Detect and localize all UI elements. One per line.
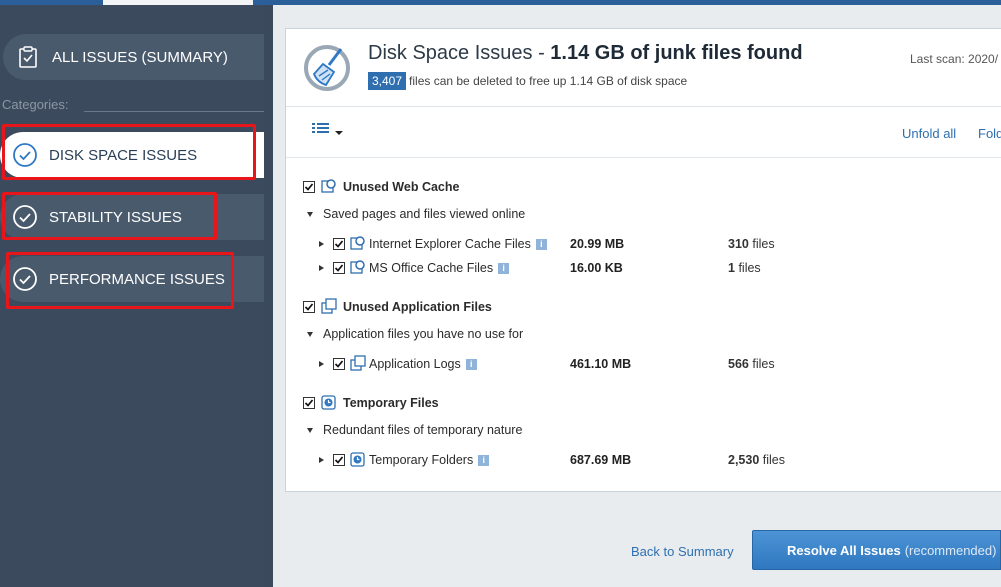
chevron-down-icon xyxy=(334,124,344,142)
broom-icon xyxy=(303,43,353,98)
group-name: Unused Application Files xyxy=(343,300,492,314)
item-name: Application Logs xyxy=(369,357,461,371)
resolve-note: (recommended) xyxy=(904,542,997,558)
app-files-icon xyxy=(321,297,337,317)
table-row[interactable]: MS Office Cache Files i xyxy=(319,257,510,279)
checkbox[interactable] xyxy=(333,454,345,466)
summary-text: files can be deleted to free up 1.14 GB … xyxy=(409,74,688,88)
view-options-button[interactable] xyxy=(312,123,344,142)
info-icon[interactable]: i xyxy=(498,262,510,274)
resolve-all-button[interactable]: Resolve All Issues (recommended) xyxy=(752,530,1001,570)
sidebar-item-label: ALL ISSUES (SUMMARY) xyxy=(52,48,228,66)
collapse-arrow-icon[interactable] xyxy=(307,211,313,217)
table-row[interactable]: Internet Explorer Cache Files i xyxy=(319,233,547,255)
check-circle-icon xyxy=(11,203,39,231)
item-file-count: 566 files xyxy=(728,357,775,371)
checkbox[interactable] xyxy=(303,301,315,313)
checkbox[interactable] xyxy=(333,238,345,250)
resolve-label: Resolve All Issues xyxy=(787,542,901,558)
group-description: Saved pages and files viewed online xyxy=(323,207,526,221)
group-description-row[interactable]: Application files you have no use for xyxy=(307,323,523,345)
list-view-icon xyxy=(312,123,334,142)
back-to-summary-link[interactable]: Back to Summary xyxy=(631,544,734,559)
item-size: 20.99 MB xyxy=(570,237,625,251)
collapse-arrow-icon[interactable] xyxy=(307,427,313,433)
panel-header: Disk Space Issues - 1.14 GB of junk file… xyxy=(286,29,1001,107)
page-title: Disk Space Issues - 1.14 GB of junk file… xyxy=(368,42,803,65)
sidebar-item-label: PERFORMANCE ISSUES xyxy=(49,270,225,288)
checkbox[interactable] xyxy=(303,181,315,193)
item-name: Temporary Folders xyxy=(369,453,474,467)
expand-arrow-icon[interactable] xyxy=(319,241,324,247)
expand-arrow-icon[interactable] xyxy=(319,457,324,463)
sidebar-item-performance-issues[interactable]: PERFORMANCE ISSUES xyxy=(0,256,264,302)
temp-files-icon xyxy=(321,394,337,413)
group-row[interactable]: Unused Web Cache xyxy=(303,176,459,198)
categories-label: Categories: xyxy=(2,97,69,112)
clipboard-icon xyxy=(14,43,42,71)
file-unit: files xyxy=(738,261,761,275)
group-description: Application files you have no use for xyxy=(323,327,524,341)
checkbox[interactable] xyxy=(333,262,345,274)
table-row[interactable]: Temporary Folders i xyxy=(319,449,490,471)
file-count: 1 xyxy=(728,261,735,275)
file-count: 566 xyxy=(728,357,749,371)
item-size: 461.10 MB xyxy=(570,357,632,371)
expand-arrow-icon[interactable] xyxy=(319,361,324,367)
expand-arrow-icon[interactable] xyxy=(319,265,324,271)
item-file-count: 310 files xyxy=(728,237,775,251)
check-circle-icon xyxy=(11,141,39,169)
file-unit: files xyxy=(762,453,785,467)
panel-toolbar: Unfold all Fold xyxy=(286,108,1001,158)
issues-panel: Disk Space Issues - 1.14 GB of junk file… xyxy=(285,28,1001,492)
categories-divider xyxy=(84,111,264,112)
file-count: 2,530 xyxy=(728,453,760,467)
item-size: 687.69 MB xyxy=(570,453,632,467)
app-files-icon xyxy=(350,354,366,374)
checkbox[interactable] xyxy=(333,358,345,370)
collapse-arrow-icon[interactable] xyxy=(307,331,313,337)
sidebar-item-label: DISK SPACE ISSUES xyxy=(49,146,198,164)
group-description-row[interactable]: Redundant files of temporary nature xyxy=(307,419,522,441)
group-row[interactable]: Unused Application Files xyxy=(303,296,492,318)
sidebar-item-label: STABILITY ISSUES xyxy=(49,208,182,226)
title-prefix: Disk Space Issues - xyxy=(368,42,551,64)
item-name: MS Office Cache Files xyxy=(369,261,494,275)
check-circle-icon xyxy=(11,265,39,293)
group-description: Redundant files of temporary nature xyxy=(323,423,523,437)
summary-line: 3,407 files can be deleted to free up 1.1… xyxy=(368,72,688,90)
info-icon[interactable]: i xyxy=(535,238,547,250)
sidebar-item-all-issues-summary[interactable]: ALL ISSUES (SUMMARY) xyxy=(3,34,264,80)
last-scan-text: Last scan: 2020/ xyxy=(910,52,999,66)
group-description-row[interactable]: Saved pages and files viewed online xyxy=(307,203,525,225)
group-name: Unused Web Cache xyxy=(343,180,460,194)
item-name: Internet Explorer Cache Files xyxy=(369,237,531,251)
main-area: Disk Space Issues - 1.14 GB of junk file… xyxy=(273,5,1001,587)
file-count-badge: 3,407 xyxy=(368,72,407,90)
title-highlight: 1.14 GB of junk files found xyxy=(550,42,803,64)
sidebar: ALL ISSUES (SUMMARY) Categories: DISK SP… xyxy=(0,5,264,587)
info-icon[interactable]: i xyxy=(478,454,490,466)
web-cache-icon xyxy=(350,235,366,254)
info-icon[interactable]: i xyxy=(465,358,477,370)
group-row[interactable]: Temporary Files xyxy=(303,392,439,414)
table-row[interactable]: Application Logs i xyxy=(319,353,477,375)
web-cache-icon xyxy=(321,178,337,197)
group-name: Temporary Files xyxy=(343,396,439,410)
fold-all-link[interactable]: Fold xyxy=(978,126,1001,141)
item-size: 16.00 KB xyxy=(570,261,623,275)
item-file-count: 2,530 files xyxy=(728,453,785,467)
item-file-count: 1 files xyxy=(728,261,761,275)
temp-files-icon xyxy=(350,451,366,470)
sidebar-item-disk-space-issues[interactable]: DISK SPACE ISSUES xyxy=(0,132,264,178)
checkbox[interactable] xyxy=(303,397,315,409)
file-unit: files xyxy=(752,237,775,251)
sidebar-item-stability-issues[interactable]: STABILITY ISSUES xyxy=(0,194,264,240)
file-unit: files xyxy=(752,357,775,371)
web-cache-icon xyxy=(350,259,366,278)
unfold-all-link[interactable]: Unfold all xyxy=(902,126,956,141)
file-count: 310 xyxy=(728,237,749,251)
